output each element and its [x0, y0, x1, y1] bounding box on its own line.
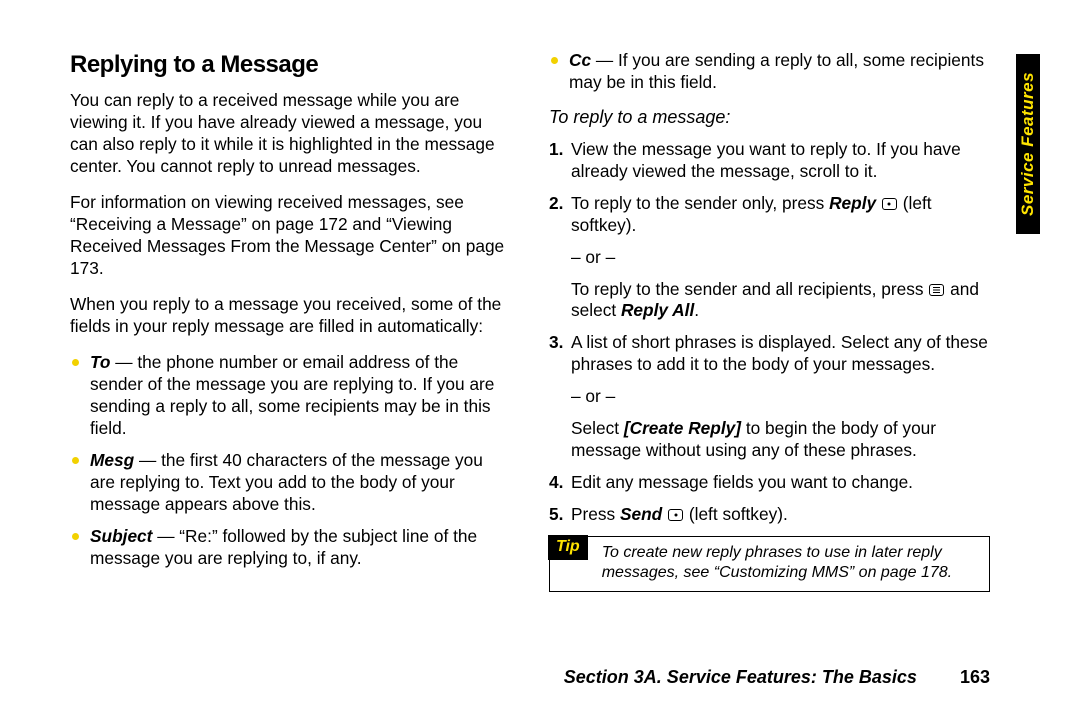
field-desc: — the phone number or email address of t… — [90, 352, 494, 438]
field-desc: — the first 40 characters of the message… — [90, 450, 483, 514]
field-label: Subject — [90, 526, 152, 546]
field-label: To — [90, 352, 110, 372]
page-number: 163 — [960, 667, 990, 687]
step-text: (left softkey). — [684, 504, 788, 524]
step-3: 3. A list of short phrases is displayed.… — [549, 332, 990, 462]
or-divider: – or – — [571, 247, 990, 269]
step-text: Press — [571, 504, 620, 524]
btn-label-reply-all: Reply All — [621, 300, 694, 320]
step-text: View the message you want to reply to. I… — [571, 139, 961, 181]
tip-text: To create new reply phrases to use in la… — [602, 543, 981, 583]
field-label: Cc — [569, 50, 591, 70]
step-text: Select — [571, 418, 624, 438]
manual-page: Service Features Replying to a Message Y… — [0, 0, 1080, 720]
field-desc: — If you are sending a reply to all, som… — [569, 50, 984, 92]
step-text: To reply to the sender only, press — [571, 193, 829, 213]
procedure-steps: 1.View the message you want to reply to.… — [549, 139, 990, 526]
side-tab-service-features: Service Features — [1016, 54, 1040, 234]
step-5: 5. Press Send (left softkey). — [549, 504, 990, 526]
btn-label-reply: Reply — [829, 193, 876, 213]
step-2: 2. To reply to the sender only, press Re… — [549, 193, 990, 323]
body-paragraph: You can reply to a received message whil… — [70, 90, 511, 178]
step-text: To reply to the sender and all recipient… — [571, 279, 928, 299]
procedure-lead: To reply to a message: — [549, 106, 990, 129]
field-bullet-list: To — the phone number or email address o… — [70, 352, 511, 570]
step-4: 4.Edit any message fields you want to ch… — [549, 472, 990, 494]
softkey-icon — [668, 509, 683, 521]
menu-key-icon — [929, 284, 944, 296]
step-1: 1.View the message you want to reply to.… — [549, 139, 990, 183]
body-paragraph: For information on viewing received mess… — [70, 192, 511, 280]
body-paragraph: When you reply to a message you received… — [70, 294, 511, 338]
step-text: Edit any message fields you want to chan… — [571, 472, 913, 492]
field-label: Mesg — [90, 450, 134, 470]
step-text: A list of short phrases is displayed. Se… — [571, 332, 988, 374]
bullet-to: To — the phone number or email address o… — [70, 352, 511, 440]
left-column: Replying to a Message You can reply to a… — [70, 50, 511, 650]
footer-section: Section 3A. Service Features: The Basics — [564, 667, 917, 687]
section-heading: Replying to a Message — [70, 50, 511, 80]
tip-label: Tip — [548, 535, 588, 560]
btn-label-create-reply: [Create Reply] — [624, 418, 741, 438]
two-column-layout: Replying to a Message You can reply to a… — [70, 50, 990, 650]
bullet-subject: Subject — “Re:” followed by the subject … — [70, 526, 511, 570]
softkey-icon — [882, 198, 897, 210]
field-bullet-list-cont: Cc — If you are sending a reply to all, … — [549, 50, 990, 94]
bullet-cc: Cc — If you are sending a reply to all, … — [549, 50, 990, 94]
right-column: Cc — If you are sending a reply to all, … — [549, 50, 990, 650]
tip-box: Tip To create new reply phrases to use i… — [549, 536, 990, 592]
or-divider: – or – — [571, 386, 990, 408]
bullet-mesg: Mesg — the first 40 characters of the me… — [70, 450, 511, 516]
page-footer: Section 3A. Service Features: The Basics… — [564, 667, 990, 688]
btn-label-send: Send — [620, 504, 662, 524]
